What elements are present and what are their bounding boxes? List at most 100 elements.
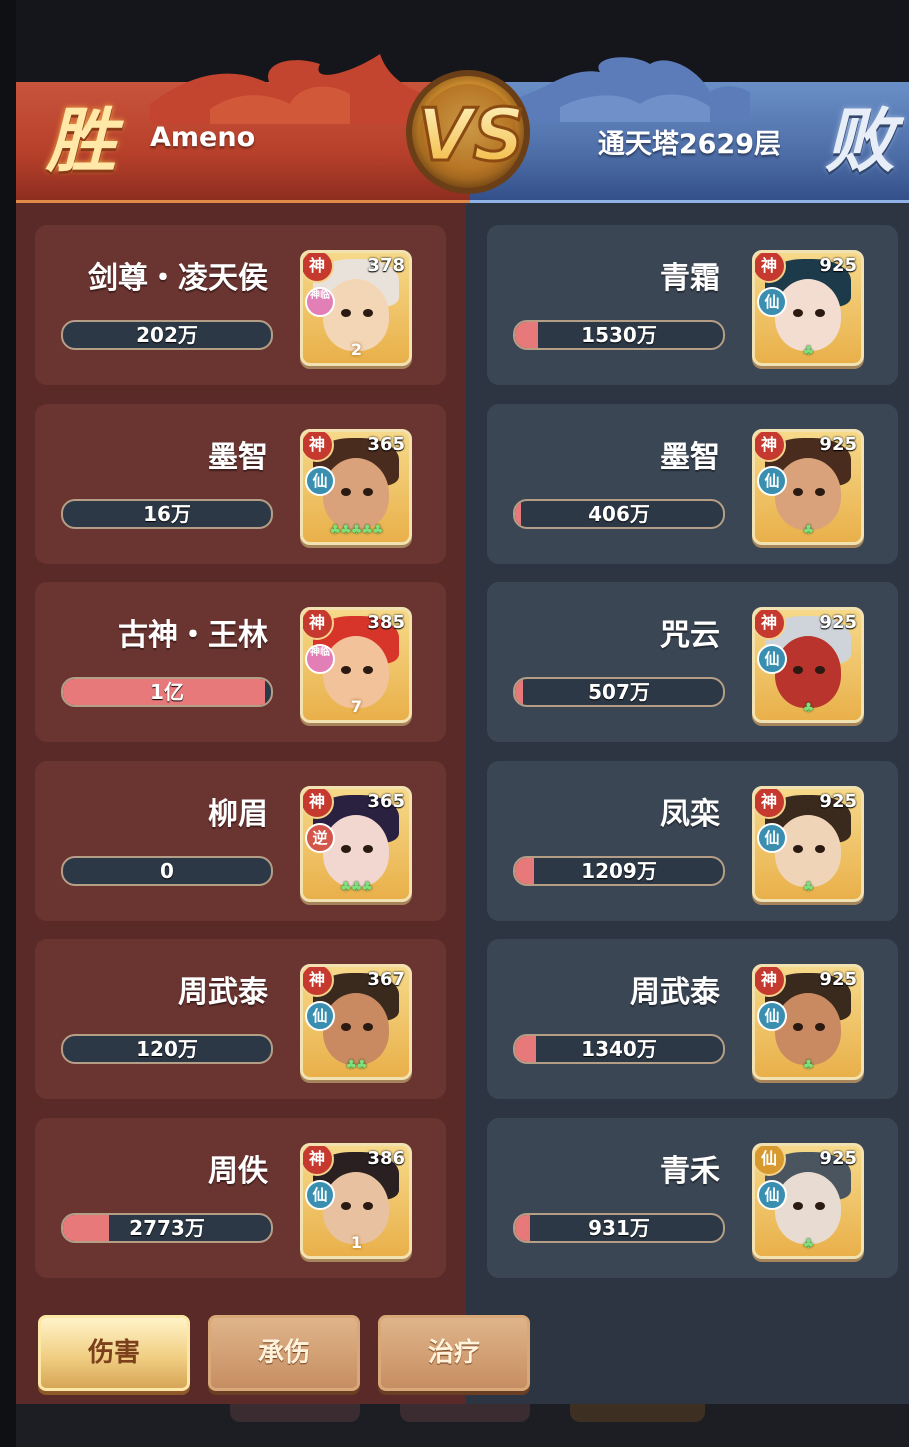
- hero-card[interactable]: 咒云 507万 925 ♣ 神仙: [487, 582, 898, 742]
- hero-level: 386: [367, 1148, 405, 1169]
- hero-card[interactable]: 周佚 2773万 386 1 神仙: [35, 1118, 446, 1278]
- damage-value: 1340万: [581, 1037, 657, 1061]
- defeat-badge: 败: [825, 99, 895, 182]
- left-edge: [0, 0, 16, 1447]
- hero-portrait[interactable]: 378 2 神神临: [300, 250, 412, 366]
- star-rank: ♣♣: [345, 1058, 367, 1073]
- hero-portrait[interactable]: 925 ♣ 神仙: [752, 964, 864, 1080]
- hero-card[interactable]: 古神・王林 1亿 385 7 神神临: [35, 582, 446, 742]
- hero-card[interactable]: 周武泰 120万 367 ♣♣ 神仙: [35, 939, 446, 1099]
- hero-portrait[interactable]: 925 ♣ 神仙: [752, 607, 864, 723]
- hero-portrait[interactable]: 367 ♣♣ 神仙: [300, 964, 412, 1080]
- hero-level: 385: [367, 612, 405, 633]
- hero-level: 365: [367, 791, 405, 812]
- hidden-tab-edge: [400, 1404, 530, 1422]
- hero-portrait[interactable]: 925 ♣ 神仙: [752, 786, 864, 902]
- rank-badge: 神: [303, 789, 334, 819]
- player-name: Ameno: [150, 122, 256, 153]
- hero-name: 剑尊・凌天侯: [88, 261, 268, 296]
- portrait-eye: [363, 309, 373, 317]
- portrait-eye: [793, 1202, 803, 1210]
- portrait-face: [775, 636, 841, 708]
- damage-bar: 1209万: [513, 856, 725, 886]
- portrait-eye: [815, 488, 825, 496]
- hero-card[interactable]: 凤栾 1209万 925 ♣ 神仙: [487, 761, 898, 921]
- portrait-eye: [815, 309, 825, 317]
- rank-badge: 神: [303, 432, 334, 462]
- portrait-eye: [341, 1023, 351, 1031]
- blue-flame-decoration: [520, 57, 750, 122]
- hero-level: 925: [819, 612, 857, 633]
- damage-value: 0: [160, 859, 174, 883]
- hero-portrait[interactable]: 925 ♣ 仙仙: [752, 1143, 864, 1259]
- hero-name: 周佚: [208, 1154, 268, 1189]
- star-rank: ♣: [802, 1058, 815, 1073]
- hero-name: 墨智: [208, 440, 268, 475]
- rank-badge: 神: [303, 610, 334, 640]
- portrait-eye: [341, 666, 351, 674]
- hero-name: 凤栾: [660, 797, 720, 832]
- damage-bar: 2773万: [61, 1213, 273, 1243]
- rank-badge: 神: [755, 610, 786, 640]
- portrait-eye: [341, 1202, 351, 1210]
- tier-badge: 仙: [305, 1001, 335, 1031]
- portrait-eye: [815, 1023, 825, 1031]
- rank-badge: 神: [755, 432, 786, 462]
- damage-bar: 406万: [513, 499, 725, 529]
- hero-card[interactable]: 青霜 1530万 925 ♣ 神仙: [487, 225, 898, 385]
- portrait-face: [323, 993, 389, 1065]
- tab-damage[interactable]: 伤害: [38, 1315, 190, 1391]
- hero-portrait[interactable]: 365 ♣♣♣ 神逆: [300, 786, 412, 902]
- damage-value: 202万: [136, 323, 198, 347]
- tier-badge: 仙: [305, 1180, 335, 1210]
- hero-portrait[interactable]: 925 ♣ 神仙: [752, 250, 864, 366]
- damage-value: 1209万: [581, 859, 657, 883]
- rank-badge: 神: [303, 1146, 334, 1176]
- tier-badge: 仙: [757, 823, 787, 853]
- star-rank: 7: [350, 697, 362, 716]
- hero-level: 925: [819, 1148, 857, 1169]
- portrait-eye: [341, 845, 351, 853]
- hero-portrait[interactable]: 385 7 神神临: [300, 607, 412, 723]
- portrait-face: [323, 815, 389, 887]
- portrait-face: [775, 815, 841, 887]
- damage-bar: 120万: [61, 1034, 273, 1064]
- portrait-face: [775, 1172, 841, 1244]
- tab-healing[interactable]: 治疗: [378, 1315, 530, 1391]
- hero-portrait[interactable]: 365 ♣♣♣♣♣ 神仙: [300, 429, 412, 545]
- hero-card[interactable]: 青禾 931万 925 ♣ 仙仙: [487, 1118, 898, 1278]
- tier-badge: 仙: [757, 1001, 787, 1031]
- rank-badge: 神: [755, 967, 786, 997]
- damage-value: 2773万: [129, 1216, 205, 1240]
- damage-value: 1530万: [581, 323, 657, 347]
- hero-level: 925: [819, 255, 857, 276]
- hero-card[interactable]: 周武泰 1340万 925 ♣ 神仙: [487, 939, 898, 1099]
- hero-card[interactable]: 墨智 406万 925 ♣ 神仙: [487, 404, 898, 564]
- tier-badge: 逆: [305, 823, 335, 853]
- tier-badge: 仙: [757, 644, 787, 674]
- damage-bar: 1340万: [513, 1034, 725, 1064]
- vs-emblem: VS: [406, 70, 530, 194]
- damage-value: 406万: [588, 502, 650, 526]
- hero-level: 925: [819, 791, 857, 812]
- vs-label: VS: [417, 93, 525, 177]
- star-rank: 1: [350, 1233, 362, 1252]
- hero-card[interactable]: 柳眉 0 365 ♣♣♣ 神逆: [35, 761, 446, 921]
- damage-bar: 507万: [513, 677, 725, 707]
- damage-bar: 202万: [61, 320, 273, 350]
- hero-card[interactable]: 剑尊・凌天侯 202万 378 2 神神临: [35, 225, 446, 385]
- rank-badge: 仙: [755, 1146, 786, 1176]
- opponent-name: 通天塔2629层: [597, 129, 781, 160]
- hero-portrait[interactable]: 386 1 神仙: [300, 1143, 412, 1259]
- hero-portrait[interactable]: 925 ♣ 神仙: [752, 429, 864, 545]
- tab-damage-taken[interactable]: 承伤: [208, 1315, 360, 1391]
- damage-bar: 0: [61, 856, 273, 886]
- rank-badge: 神: [303, 967, 334, 997]
- tier-badge: 神临: [305, 644, 335, 674]
- hero-name: 咒云: [660, 618, 720, 653]
- star-rank: ♣♣♣♣♣: [329, 523, 383, 538]
- portrait-eye: [793, 666, 803, 674]
- hero-name: 墨智: [660, 440, 720, 475]
- hero-card[interactable]: 墨智 16万 365 ♣♣♣♣♣ 神仙: [35, 404, 446, 564]
- portrait-face: [775, 993, 841, 1065]
